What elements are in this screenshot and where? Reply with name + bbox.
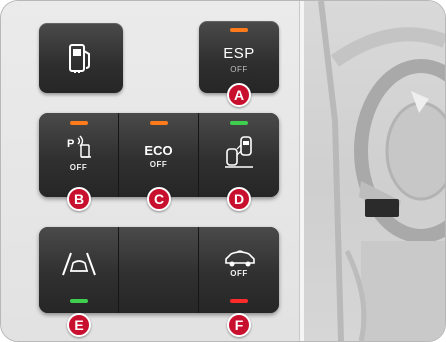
callout-b: B [67, 187, 91, 211]
park-sensor-off-button[interactable]: P OFF [39, 113, 119, 197]
esp-label: ESP [223, 45, 255, 62]
alarm-off-label: OFF [230, 269, 248, 278]
lane-departure-icon [61, 251, 97, 282]
dashboard-illustration [318, 1, 445, 341]
callout-f: F [227, 313, 251, 337]
eco-off-label: OFF [149, 160, 168, 169]
alarm-off-button[interactable]: OFF [199, 227, 279, 313]
dashboard-photo [301, 1, 445, 341]
lane-departure-led [69, 299, 88, 303]
panel-divider [299, 1, 304, 341]
top-button-group: P OFF ECO OFF [39, 113, 279, 197]
callout-c: C [147, 187, 171, 211]
callout-e: E [67, 313, 91, 337]
blind-spot-button[interactable] [199, 113, 279, 197]
park-sensor-off-label: OFF [69, 163, 88, 172]
blind-spot-led [230, 121, 248, 125]
park-sensor-led [69, 121, 88, 125]
blind-spot-monitor-icon [223, 135, 257, 174]
bottom-button-group: OFF [39, 227, 279, 313]
eco-label: ECO [144, 143, 173, 158]
svg-text:P: P [67, 138, 74, 150]
fuel-pump-icon [67, 43, 95, 78]
lane-departure-button[interactable] [39, 227, 119, 313]
callout-d: D [227, 187, 251, 211]
esp-off-label: OFF [230, 65, 248, 74]
eco-led [149, 121, 168, 125]
fuel-flap-button[interactable] [39, 23, 123, 93]
eco-off-button[interactable]: ECO OFF [119, 113, 199, 197]
illustration-frame: ESP OFF A P OFF ECO OFF B C D OFF E F [0, 0, 446, 342]
blank-switch [119, 227, 199, 313]
parking-sensor-icon: P [67, 135, 93, 164]
callout-a: A [227, 83, 251, 107]
alarm-led [230, 299, 248, 303]
esp-led [230, 28, 248, 32]
